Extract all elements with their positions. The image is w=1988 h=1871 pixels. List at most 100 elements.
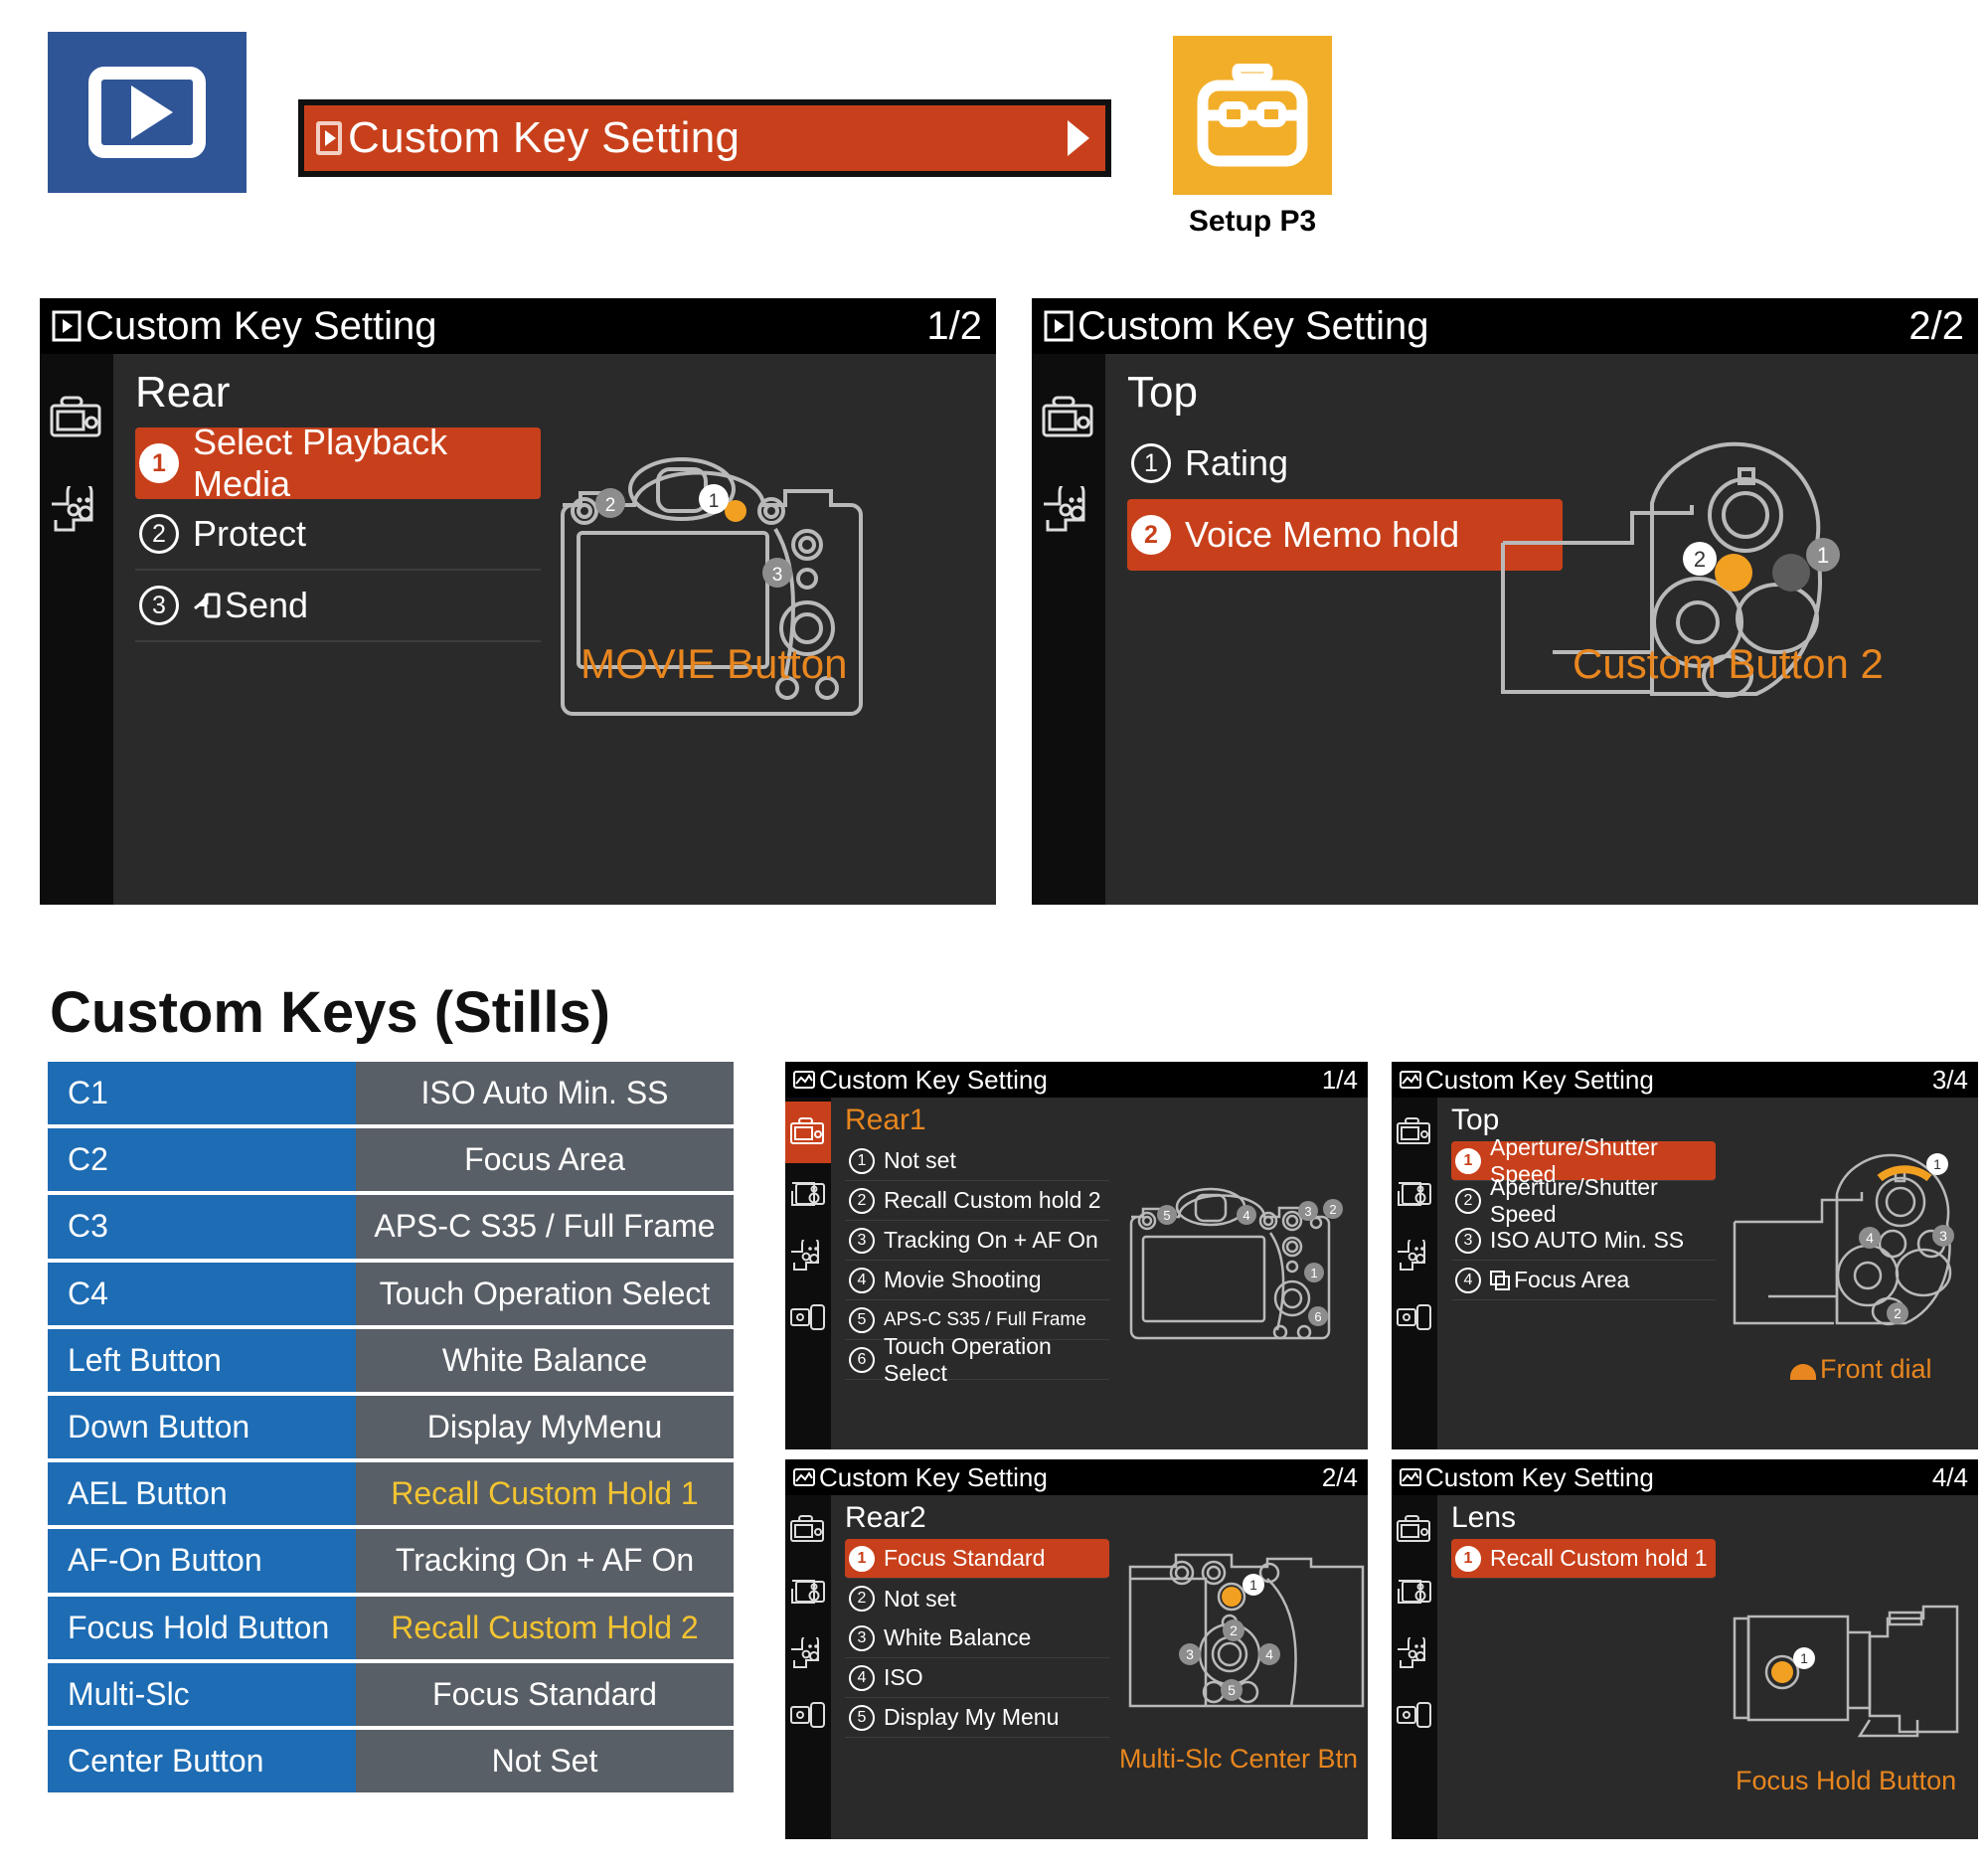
page-indicator: 2/4	[1321, 1461, 1358, 1492]
diagram-callout: Focus Hold Button	[1736, 1766, 1957, 1795]
screen-titlebar: Custom Key Setting 1/2	[40, 298, 996, 354]
rail-item-custom-ops-icon[interactable]	[40, 463, 113, 555]
camera-lens-side-diagram: 1	[1731, 1603, 1979, 1752]
stills-icon	[793, 1467, 815, 1487]
chevron-right-icon	[1068, 120, 1089, 156]
item-number: 2	[849, 1187, 875, 1214]
list-item[interactable]: 6 Touch Operation Select	[845, 1333, 1109, 1386]
list-item[interactable]: 3 White Balance	[845, 1618, 1109, 1658]
table-cell-value: Focus Area	[356, 1128, 734, 1192]
list-item[interactable]: 1 Recall Custom hold 1	[1451, 1539, 1716, 1579]
rail-item-media-icon[interactable]	[1392, 1684, 1437, 1746]
table-row: C3 APS-C S35 / Full Frame	[48, 1195, 734, 1259]
list-item[interactable]: 1 Not set	[845, 1141, 1109, 1181]
svg-text:4: 4	[1242, 1208, 1249, 1223]
table-cell-key: C3	[48, 1195, 356, 1259]
rail-item-exposure-icon[interactable]	[1392, 1163, 1437, 1225]
table-cell-value: Recall Custom Hold 1	[356, 1462, 734, 1526]
table-row: Center Button Not Set	[48, 1729, 734, 1793]
rail-item-custom-ops-icon[interactable]	[1392, 1622, 1437, 1684]
rail-item-exposure-icon[interactable]	[1392, 1561, 1437, 1622]
list-item[interactable]: 3 Send	[135, 571, 541, 642]
rail-item-exposure-icon[interactable]	[785, 1561, 831, 1622]
rail-item-custom-ops-icon[interactable]	[1392, 1225, 1437, 1286]
table-cell-value: Tracking On + AF On	[356, 1529, 734, 1593]
item-number: 1	[1131, 443, 1171, 483]
list-item[interactable]: 2 Aperture/Shutter Speed	[1451, 1174, 1716, 1227]
item-label: Aperture/Shutter Speed	[1490, 1174, 1658, 1227]
item-number: 2	[139, 514, 179, 554]
svg-text:6: 6	[1314, 1309, 1321, 1324]
rail-item-media-icon[interactable]	[785, 1286, 831, 1348]
table-cell-key: Multi-Slc	[48, 1662, 356, 1726]
playback-icon	[1044, 309, 1074, 343]
menu-item-label: Custom Key Setting	[348, 113, 741, 162]
front-dial-icon	[1790, 1364, 1816, 1380]
diagram-callout: Multi-Slc Center Btn	[1119, 1744, 1359, 1774]
option-list: 1 Focus Standard 2 Not set 3 White Balan…	[831, 1539, 1109, 1738]
rail-item-custom-ops-icon[interactable]	[785, 1622, 831, 1684]
svg-text:1: 1	[1817, 543, 1829, 568]
rail-item-media-icon[interactable]	[785, 1684, 831, 1746]
custom-keys-table: C1 ISO Auto Min. SS C2 Focus Area C3 APS…	[48, 1062, 734, 1796]
list-item[interactable]: 2 Not set	[845, 1579, 1109, 1618]
list-item[interactable]: 1 Focus Standard	[845, 1539, 1109, 1579]
stills-icon	[1400, 1467, 1421, 1487]
table-cell-key: Left Button	[48, 1328, 356, 1392]
list-item[interactable]: 3 ISO AUTO Min. SS	[1451, 1221, 1716, 1261]
svg-text:3: 3	[1186, 1646, 1194, 1662]
list-item[interactable]: 4 Focus Area	[1451, 1261, 1716, 1300]
item-label: Movie Shooting	[884, 1267, 1042, 1292]
svg-text:5: 5	[1228, 1682, 1236, 1698]
list-item[interactable]: 2 Recall Custom hold 2	[845, 1181, 1109, 1221]
item-label: Not set	[884, 1585, 956, 1612]
item-number: 4	[849, 1267, 875, 1293]
item-label: APS-C S35 / Full Frame	[884, 1308, 1086, 1330]
list-item[interactable]: 3 Tracking On + AF On	[845, 1221, 1109, 1261]
rail-item-camera-icon[interactable]	[1032, 372, 1105, 463]
screen-content: Rear1 1 Not set 2 Recall Custom hold 2 3…	[831, 1098, 1368, 1449]
rail-item-custom-ops-icon[interactable]	[1032, 463, 1105, 555]
list-item[interactable]: 4 Movie Shooting	[845, 1261, 1109, 1300]
rail-item-exposure-icon[interactable]	[785, 1163, 831, 1225]
item-number: 2	[1455, 1188, 1481, 1214]
svg-text:2: 2	[1894, 1305, 1902, 1321]
screen-titlebar: Custom Key Setting 2/2	[1032, 298, 1978, 354]
svg-text:2: 2	[1694, 547, 1706, 572]
screen-content: Lens 1 Recall Custom hold 1 1 Focus Hold…	[1437, 1495, 1978, 1839]
menu-item-custom-key-setting[interactable]: Custom Key Setting	[298, 99, 1111, 177]
rail-item-stills-camera-icon[interactable]	[1392, 1102, 1437, 1163]
item-label: Voice Memo hold	[1185, 514, 1460, 555]
item-number: 1	[139, 443, 179, 483]
option-list: 1 Aperture/Shutter Speed 2 Aperture/Shut…	[1437, 1134, 1716, 1300]
list-item[interactable]: 4 ISO	[845, 1658, 1109, 1698]
rail-item-stills-camera-icon[interactable]	[785, 1499, 831, 1561]
option-list: 1 Select Playback Media 2 Protect 3 Send	[113, 422, 541, 642]
svg-text:2: 2	[1230, 1622, 1238, 1638]
screen-rear1-1of4: Custom Key Setting 1/4 Rear1 1 Not set 2…	[785, 1062, 1368, 1449]
item-number: 1	[849, 1545, 875, 1572]
item-label: Protect	[193, 513, 307, 554]
table-row: AEL Button Recall Custom Hold 1	[48, 1462, 734, 1526]
rail-item-stills-camera-icon[interactable]	[1392, 1499, 1437, 1561]
list-item[interactable]: 1 Select Playback Media	[135, 422, 541, 504]
camera-rear-diagram: 5 4 3 2 1 6	[1119, 1175, 1348, 1349]
rail-item-media-icon[interactable]	[1392, 1286, 1437, 1348]
table-row: Down Button Display MyMenu	[48, 1395, 734, 1459]
item-label: Touch Operation Select	[884, 1332, 1052, 1386]
diagram-callout: MOVIE Button	[580, 640, 848, 687]
rail-item-stills-camera-icon[interactable]	[785, 1102, 831, 1163]
svg-text:2: 2	[1329, 1202, 1336, 1217]
item-label: Focus Area	[1514, 1267, 1630, 1292]
rail-item-custom-ops-icon[interactable]	[785, 1225, 831, 1286]
table-row: C1 ISO Auto Min. SS	[48, 1062, 734, 1125]
rail-item-camera-icon[interactable]	[40, 372, 113, 463]
svg-text:2: 2	[605, 495, 616, 516]
screen-rail	[1392, 1495, 1437, 1839]
item-label: ISO AUTO Min. SS	[1490, 1227, 1685, 1253]
table-row: Focus Hold Button Recall Custom Hold 2	[48, 1596, 734, 1659]
table-cell-key: Down Button	[48, 1395, 356, 1459]
stills-icon	[1400, 1070, 1421, 1090]
list-item[interactable]: 2 Protect	[135, 499, 541, 571]
list-item[interactable]: 5 Display My Menu	[845, 1698, 1109, 1738]
